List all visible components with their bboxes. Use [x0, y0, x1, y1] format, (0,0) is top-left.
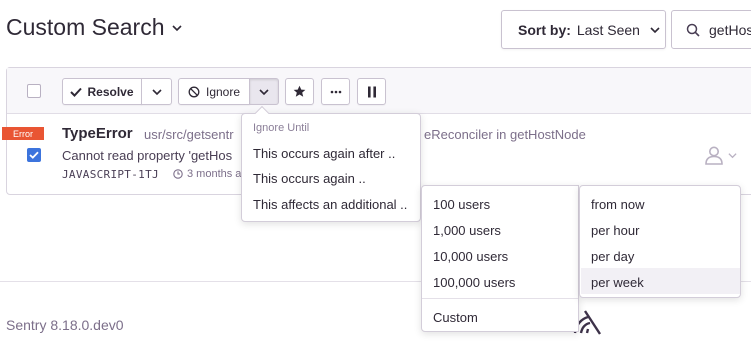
ignore-menu-item-occurs-again[interactable]: This occurs again .. [253, 171, 366, 186]
ignore-button[interactable]: Ignore [178, 78, 250, 105]
users-menu-item-100[interactable]: 100 users [433, 197, 490, 212]
chevron-down-icon [151, 88, 162, 95]
resolve-button[interactable]: Resolve [62, 78, 142, 105]
ignore-menu-item-affects-users[interactable]: This affects an additional .. [253, 197, 407, 212]
footer-version: Sentry 8.18.0.dev0 [6, 317, 124, 333]
star-icon [293, 85, 306, 97]
assignee-selector[interactable] [704, 145, 737, 165]
ignore-options-button[interactable] [249, 78, 279, 105]
pause-stream-button[interactable] [357, 78, 386, 105]
chevron-down-icon [728, 152, 737, 158]
ellipsis-icon [330, 90, 341, 93]
issue-last-seen-text: 3 months a [187, 168, 242, 180]
menu-separator [422, 298, 578, 299]
time-window-menu: from now per hour per day per week [579, 185, 741, 298]
users-menu-item-10000[interactable]: 10,000 users [433, 249, 508, 264]
sort-label: Sort by: [518, 21, 571, 38]
chevron-down-icon [259, 88, 269, 95]
issue-short-id[interactable]: JAVASCRIPT-1TJ [62, 168, 159, 181]
level-badge: Error [2, 127, 44, 140]
more-actions-button[interactable] [321, 78, 350, 105]
search-input-value: getHos [709, 21, 751, 38]
checkmark-icon [70, 87, 83, 97]
period-menu-item-per-week[interactable]: per week [591, 275, 644, 290]
pause-icon [367, 86, 376, 97]
period-menu-item-per-day[interactable]: per day [591, 249, 634, 264]
resolve-options-button[interactable] [141, 78, 172, 105]
search-input[interactable]: getHos [671, 10, 751, 49]
chevron-down-icon [171, 24, 182, 31]
users-menu-item-1000[interactable]: 1,000 users [433, 223, 501, 238]
issue-row-checkbox[interactable] [27, 148, 41, 162]
sort-dropdown[interactable]: Sort by: Last Seen [501, 10, 666, 49]
period-menu-item-per-hour[interactable]: per hour [591, 223, 639, 238]
user-icon [705, 146, 723, 165]
bookmark-button[interactable] [285, 78, 314, 105]
issue-last-seen: 3 months a [173, 168, 241, 180]
sort-value: Last Seen [576, 21, 640, 38]
ignore-menu-item-occurs-after[interactable]: This occurs again after .. [253, 146, 395, 161]
issue-culprit-end: eReconciler in getHostNode [424, 127, 586, 142]
bulk-actions-toolbar: Resolve Ignore [7, 68, 751, 114]
page-title-text: Custom Search [6, 14, 165, 40]
page-title[interactable]: Custom Search [6, 14, 182, 41]
issue-culprit: usr/src/getsentr [144, 127, 234, 142]
checkmark-icon [29, 151, 39, 159]
search-icon [686, 23, 700, 37]
clock-icon [173, 169, 183, 179]
issue-message: Cannot read property 'getHos [62, 148, 233, 163]
period-menu-item-from-now[interactable]: from now [591, 197, 644, 212]
resolve-button-label: Resolve [87, 84, 134, 99]
users-count-menu: 100 users 1,000 users 10,000 users 100,0… [421, 185, 579, 332]
ignore-button-label: Ignore [205, 84, 241, 99]
select-all-checkbox[interactable] [27, 84, 41, 98]
users-menu-item-100000[interactable]: 100,000 users [433, 275, 515, 290]
chevron-down-icon [650, 26, 660, 33]
users-menu-item-custom[interactable]: Custom [433, 310, 478, 325]
ignore-until-header: Ignore Until [253, 122, 310, 134]
ignore-icon [188, 86, 200, 97]
ignore-until-menu: Ignore Until This occurs again after .. … [241, 105, 421, 222]
issue-title-link[interactable]: TypeError [62, 125, 133, 142]
